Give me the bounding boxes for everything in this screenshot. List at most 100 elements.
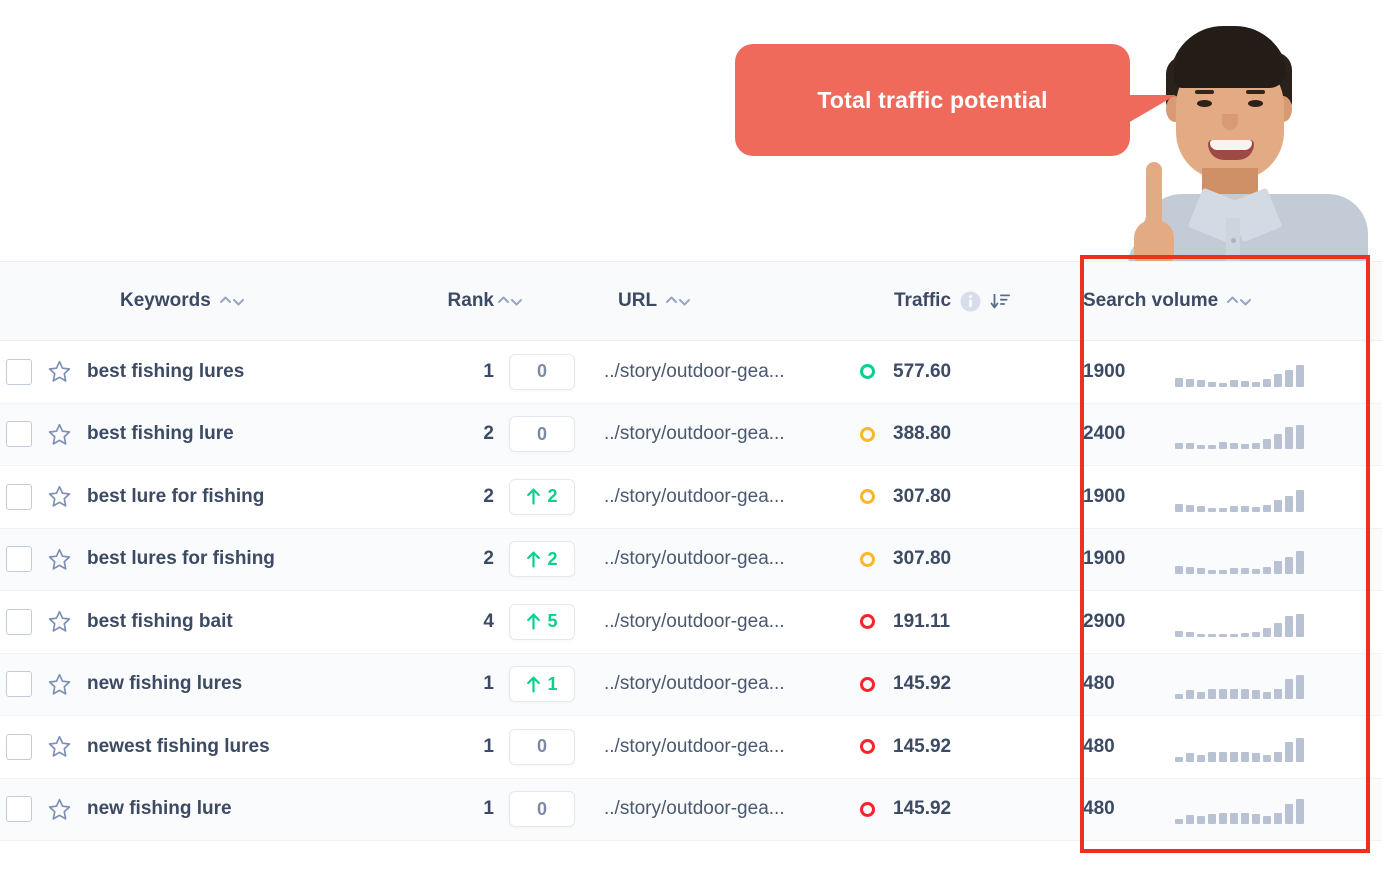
row-select-cell[interactable]	[0, 546, 38, 573]
spark-bar	[1252, 443, 1260, 450]
header-cell-search-volume[interactable]: Search volume	[1035, 290, 1382, 312]
spark-bar	[1219, 507, 1227, 512]
row-favorite-cell[interactable]	[38, 672, 80, 697]
spark-bar	[1219, 382, 1227, 387]
header-cell-traffic[interactable]: Traffic	[860, 290, 1035, 312]
keyword-cell[interactable]: best lure for fishing	[80, 486, 450, 508]
url-cell[interactable]: ../story/outdoor-gea...	[590, 548, 860, 570]
spark-bar	[1252, 752, 1260, 762]
table-row[interactable]: best lures for fishing 2 2 ../story/outdoor…	[0, 528, 1382, 591]
keyword-cell[interactable]: best fishing lures	[80, 361, 450, 383]
row-favorite-cell[interactable]	[38, 359, 80, 384]
eyebrow-right	[1246, 90, 1265, 94]
table-row[interactable]: best lure for fishing 2 2 ../story/outdoor-…	[0, 466, 1382, 529]
spark-bar	[1219, 570, 1227, 575]
checkbox-icon[interactable]	[6, 421, 32, 448]
url-text: ../story/outdoor-gea...	[604, 485, 785, 507]
row-select-cell[interactable]	[0, 421, 38, 448]
traffic-value: 145.92	[893, 735, 952, 757]
row-favorite-cell[interactable]	[38, 797, 80, 822]
row-select-cell[interactable]	[0, 671, 38, 698]
url-cell[interactable]: ../story/outdoor-gea...	[590, 361, 860, 383]
spark-bar	[1186, 504, 1194, 512]
header-cell-rank-sort[interactable]	[494, 294, 590, 308]
star-icon[interactable]	[47, 797, 72, 822]
table-row[interactable]: best fishing bait 4 5 ../story/outdoor-gea.…	[0, 591, 1382, 654]
row-select-cell[interactable]	[0, 358, 38, 385]
rank-value: 1	[483, 798, 494, 820]
keyword-cell[interactable]: best fishing lure	[80, 423, 450, 445]
star-icon[interactable]	[47, 484, 72, 509]
rank-delta-badge: 1	[509, 666, 575, 703]
url-cell[interactable]: ../story/outdoor-gea...	[590, 486, 860, 508]
keyword-cell[interactable]: new fishing lures	[80, 673, 450, 695]
keyword-text: best lures for fishing	[87, 548, 275, 570]
row-select-cell[interactable]	[0, 608, 38, 635]
row-select-cell[interactable]	[0, 483, 38, 510]
checkbox-icon[interactable]	[6, 671, 32, 698]
header-cell-rank[interactable]: Rank	[448, 290, 494, 312]
checkbox-icon[interactable]	[6, 608, 32, 635]
checkbox-icon[interactable]	[6, 546, 32, 573]
table-header-row: Keywords Rank URL Traffic Search volume	[0, 262, 1382, 341]
spark-bar	[1208, 751, 1216, 762]
keyword-cell[interactable]: newest fishing lures	[80, 736, 450, 758]
table-row[interactable]: new fishing lure 1 0 ../story/outdoor-gea..…	[0, 778, 1382, 841]
checkbox-icon[interactable]	[6, 796, 32, 823]
url-cell[interactable]: ../story/outdoor-gea...	[590, 611, 860, 633]
info-icon[interactable]	[960, 291, 981, 312]
spark-bar	[1285, 615, 1293, 637]
header-cell-url[interactable]: URL	[590, 290, 860, 312]
table-row[interactable]: best fishing lure 2 0 ../story/outdoor-gea.…	[0, 403, 1382, 466]
spark-bar	[1197, 754, 1205, 762]
teeth	[1210, 140, 1252, 150]
row-favorite-cell[interactable]	[38, 422, 80, 447]
table-row[interactable]: new fishing lures 1 1 ../story/outdoor-gea.…	[0, 653, 1382, 716]
url-cell[interactable]: ../story/outdoor-gea...	[590, 423, 860, 445]
row-favorite-cell[interactable]	[38, 734, 80, 759]
spark-bar	[1219, 751, 1227, 762]
sort-descending-icon[interactable]	[990, 291, 1011, 312]
star-icon[interactable]	[47, 547, 72, 572]
star-icon[interactable]	[47, 672, 72, 697]
rank-delta-cell: 2	[494, 541, 590, 578]
url-cell[interactable]: ../story/outdoor-gea...	[590, 736, 860, 758]
star-icon[interactable]	[47, 359, 72, 384]
sort-updown-icon[interactable]	[219, 294, 244, 308]
spark-bar	[1175, 819, 1183, 825]
url-cell[interactable]: ../story/outdoor-gea...	[590, 798, 860, 820]
search-volume-sparkline	[1175, 544, 1304, 575]
row-favorite-cell[interactable]	[38, 609, 80, 634]
traffic-value: 307.80	[893, 485, 952, 507]
checkbox-icon[interactable]	[6, 483, 32, 510]
rank-cell: 1	[450, 361, 494, 383]
arrow-up-icon	[526, 551, 541, 568]
table-row[interactable]: newest fishing lures 1 0 ../story/outdoor-g…	[0, 716, 1382, 779]
star-icon[interactable]	[47, 734, 72, 759]
row-select-cell[interactable]	[0, 733, 38, 760]
search-volume-value: 480	[1083, 735, 1115, 757]
url-cell[interactable]: ../story/outdoor-gea...	[590, 673, 860, 695]
sort-updown-icon[interactable]	[498, 294, 522, 308]
rank-delta-cell: 0	[494, 728, 590, 765]
sort-updown-icon[interactable]	[666, 294, 691, 308]
spark-bar	[1285, 557, 1293, 575]
spark-bar	[1252, 569, 1260, 575]
sort-updown-icon[interactable]	[1227, 294, 1252, 308]
checkbox-icon[interactable]	[6, 733, 32, 760]
keyword-cell[interactable]: best lures for fishing	[80, 548, 450, 570]
traffic-value: 145.92	[893, 673, 952, 695]
keyword-cell[interactable]: best fishing bait	[80, 611, 450, 633]
row-select-cell[interactable]	[0, 796, 38, 823]
keyword-cell[interactable]: new fishing lure	[80, 798, 450, 820]
row-favorite-cell[interactable]	[38, 484, 80, 509]
row-favorite-cell[interactable]	[38, 547, 80, 572]
table-row[interactable]: best fishing lures 1 0 ../story/outdoor-gea…	[0, 341, 1382, 404]
star-icon[interactable]	[47, 422, 72, 447]
checkbox-icon[interactable]	[6, 358, 32, 385]
spark-bar	[1197, 633, 1205, 637]
header-cell-keywords[interactable]: Keywords	[80, 290, 450, 312]
star-icon[interactable]	[47, 609, 72, 634]
rank-delta-badge: 0	[509, 791, 575, 828]
traffic-cell: 191.11	[860, 611, 1035, 633]
